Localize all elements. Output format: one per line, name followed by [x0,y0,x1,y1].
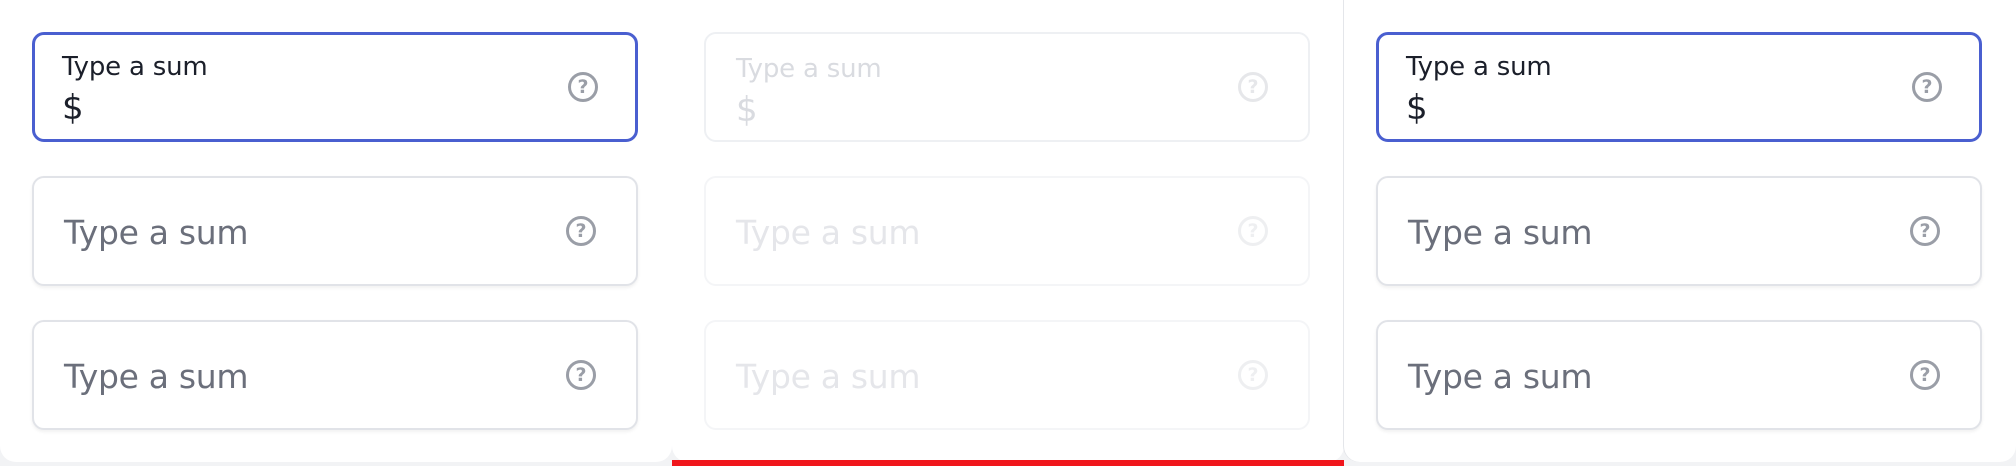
field-placeholder: Type a sum [736,357,921,396]
question-circle-icon[interactable]: ? [1910,216,1940,246]
sum-input-disabled: Type a sum ? [704,176,1310,286]
currency-prefix: $ [1406,88,1428,128]
field-label: Type a sum [736,54,882,84]
sum-input[interactable]: Type a sum ? [32,176,638,286]
field-label: Type a sum [62,52,208,82]
field-placeholder: Type a sum [64,357,249,396]
sum-input-disabled: Type a sum ? [704,320,1310,430]
field-placeholder: Type a sum [1408,213,1593,252]
question-circle-icon: ? [1238,216,1268,246]
question-circle-icon[interactable]: ? [566,360,596,390]
question-circle-icon[interactable]: ? [1910,360,1940,390]
question-circle-icon[interactable]: ? [568,72,598,102]
input-column-default: Type a sum $ ? Type a sum ? Type a sum ? [1344,0,2016,462]
error-indicator-bar [672,460,1344,466]
sum-input-focused[interactable]: Type a sum $ ? [32,32,638,142]
field-placeholder: Type a sum [1408,357,1593,396]
sum-input-disabled: Type a sum $ ? [704,32,1310,142]
field-placeholder: Type a sum [64,213,249,252]
sum-input-focused[interactable]: Type a sum $ ? [1376,32,1982,142]
field-label: Type a sum [1406,52,1552,82]
input-column-default: Type a sum $ ? Type a sum ? Type a sum ? [0,0,672,462]
input-column-disabled: Type a sum $ ? Type a sum ? Type a sum ? [672,0,1344,462]
question-circle-icon[interactable]: ? [566,216,596,246]
sum-input[interactable]: Type a sum ? [1376,320,1982,430]
sum-input[interactable]: Type a sum ? [32,320,638,430]
question-circle-icon: ? [1238,360,1268,390]
question-circle-icon[interactable]: ? [1912,72,1942,102]
currency-prefix: $ [736,90,758,130]
sum-input[interactable]: Type a sum ? [1376,176,1982,286]
question-circle-icon: ? [1238,72,1268,102]
field-placeholder: Type a sum [736,213,921,252]
currency-prefix: $ [62,88,84,128]
